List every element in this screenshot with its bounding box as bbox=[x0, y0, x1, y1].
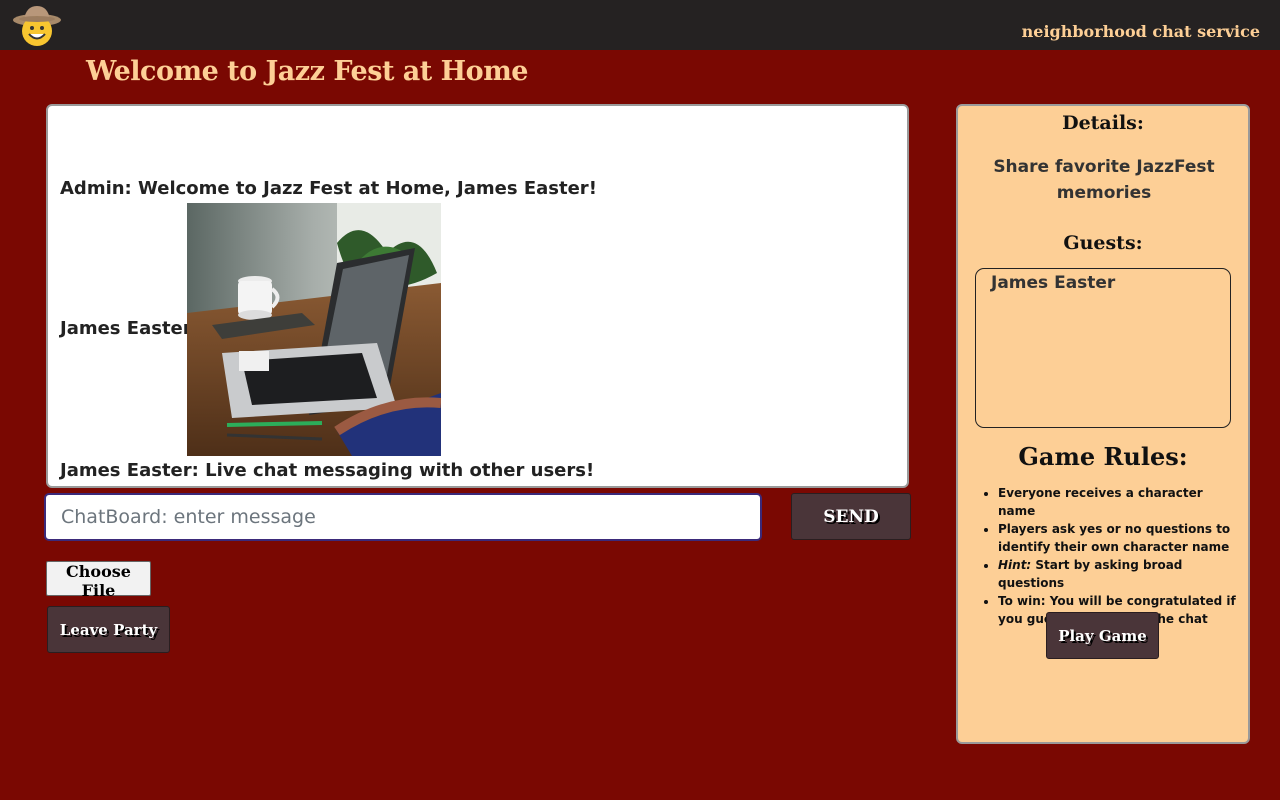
hint-label: Hint: bbox=[998, 558, 1032, 572]
play-game-button[interactable]: Play Game bbox=[1046, 612, 1159, 659]
chat-window[interactable]: Admin: Welcome to Jazz Fest at Home, Jam… bbox=[46, 104, 909, 488]
choose-file-button[interactable]: Choose File bbox=[46, 561, 151, 600]
rule-item: Players ask yes or no questions to ident… bbox=[998, 520, 1238, 556]
page-title: Welcome to Jazz Fest at Home bbox=[86, 56, 528, 87]
chat-image-attachment[interactable] bbox=[187, 203, 441, 456]
top-bar: neighborhood chat service bbox=[0, 0, 1280, 50]
send-button[interactable]: SEND bbox=[791, 493, 911, 540]
guests-heading: Guests: bbox=[1063, 232, 1143, 254]
cowboy-emoji-icon[interactable] bbox=[12, 4, 62, 48]
leave-party-button[interactable]: Leave Party bbox=[47, 606, 170, 653]
details-heading: Details: bbox=[1062, 112, 1144, 134]
chat-message: Admin: Welcome to Jazz Fest at Home, Jam… bbox=[60, 178, 597, 199]
chat-message-input[interactable] bbox=[44, 493, 762, 541]
game-rules-list: Everyone receives a character name Playe… bbox=[998, 484, 1238, 628]
party-details: Share favorite JazzFest memories bbox=[993, 157, 1215, 203]
chat-message-sender: James Easter: bbox=[60, 318, 199, 339]
details-panel: Details: Share favorite JazzFest memorie… bbox=[956, 104, 1250, 744]
game-rules-heading: Game Rules: bbox=[1018, 442, 1188, 471]
rule-item: Everyone receives a character name bbox=[998, 484, 1238, 520]
guest-list[interactable]: James Easter bbox=[975, 268, 1231, 428]
guest-item: James Easter bbox=[991, 273, 1116, 293]
rule-item: Hint: Start by asking broad questions bbox=[998, 556, 1238, 592]
chat-message: James Easter: Live chat messaging with o… bbox=[60, 460, 595, 481]
service-name: neighborhood chat service bbox=[1021, 22, 1260, 41]
